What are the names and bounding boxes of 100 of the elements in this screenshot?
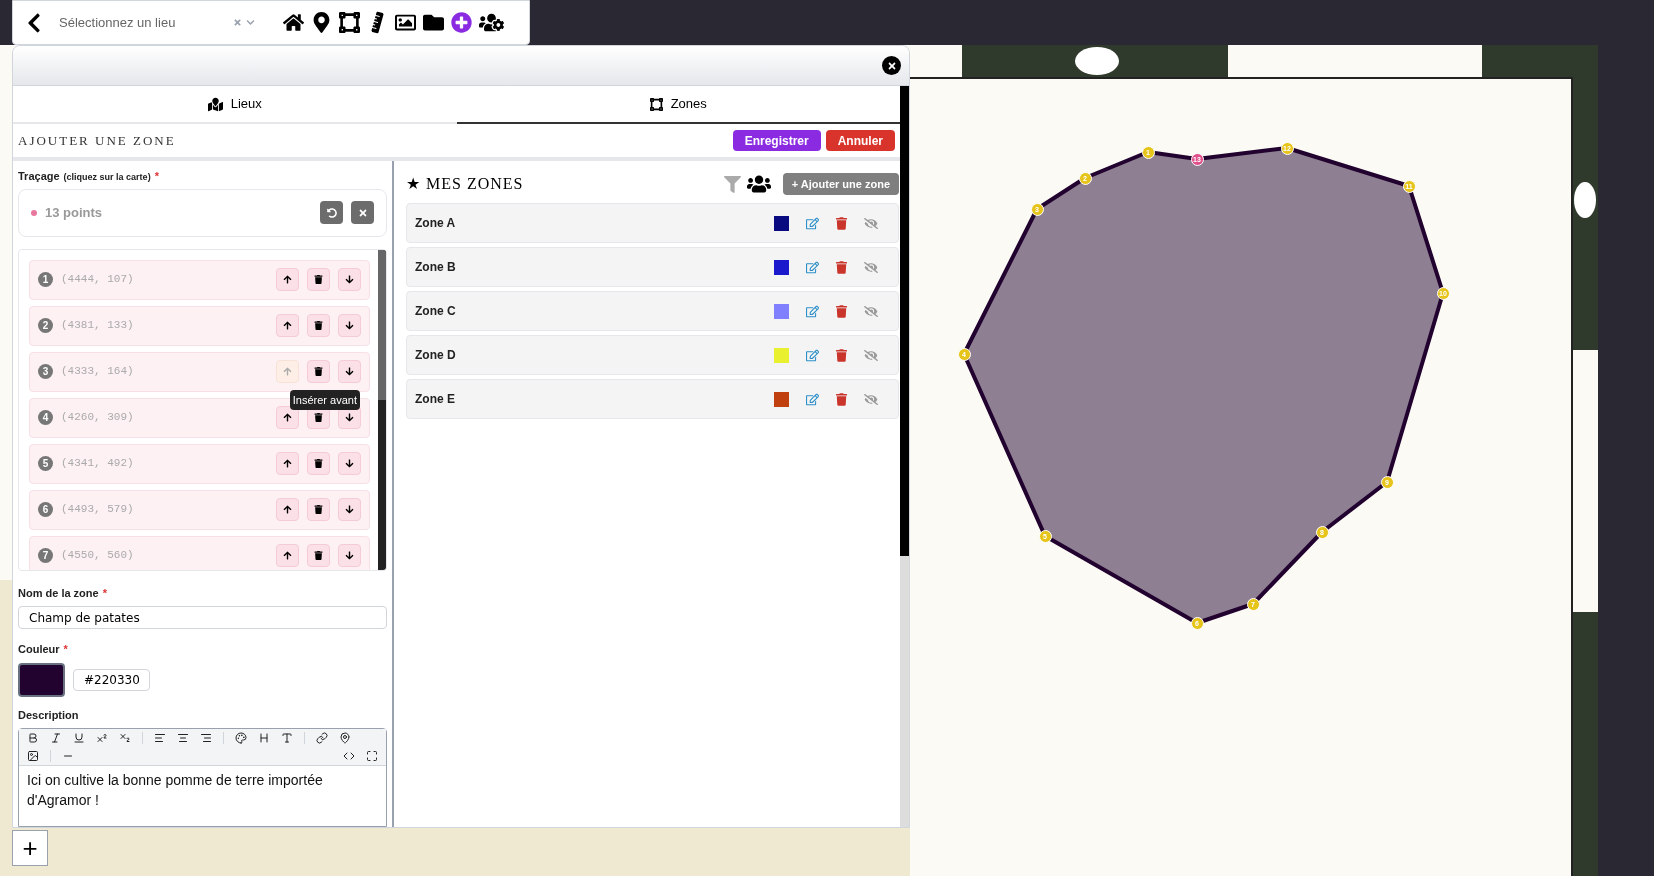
move-down-button[interactable] — [338, 314, 361, 337]
trash-icon — [314, 275, 323, 284]
hidden-eye-icon[interactable] — [864, 216, 878, 230]
delete-point-button[interactable] — [307, 544, 330, 567]
point-coordinates: (4493, 579) — [61, 502, 135, 518]
zone-row[interactable]: Zone E — [406, 379, 899, 419]
field-hint: (cliquez sur la carte) — [63, 171, 151, 184]
point-number: 4 — [38, 410, 53, 425]
align-left-icon[interactable] — [154, 732, 166, 744]
arrow-up-icon — [283, 505, 292, 514]
color-swatch[interactable] — [18, 662, 65, 697]
edit-icon[interactable] — [806, 304, 819, 318]
hidden-eye-icon[interactable] — [864, 260, 878, 274]
arrow-up-icon — [283, 321, 292, 330]
superscript-icon[interactable] — [96, 732, 108, 744]
palette-icon[interactable] — [235, 732, 247, 744]
link-icon[interactable] — [316, 732, 328, 744]
home-icon[interactable] — [283, 12, 304, 33]
delete-point-button[interactable] — [307, 314, 330, 337]
move-down-button[interactable] — [338, 452, 361, 475]
italic-icon[interactable] — [50, 732, 62, 744]
point-number: 3 — [38, 364, 53, 379]
edit-icon[interactable] — [806, 260, 819, 274]
move-down-button[interactable] — [338, 268, 361, 291]
code-icon[interactable] — [343, 750, 355, 762]
add-icon[interactable] — [451, 12, 472, 33]
clear-button[interactable] — [351, 201, 374, 224]
bold-icon[interactable] — [27, 732, 39, 744]
trash-icon[interactable] — [836, 304, 847, 318]
trash-icon — [314, 551, 323, 560]
zone-name: Zone B — [415, 259, 457, 276]
trash-icon[interactable] — [836, 392, 847, 406]
arrow-down-icon — [345, 321, 354, 330]
color-hex-input[interactable]: #220330 — [73, 668, 150, 691]
zone-row[interactable]: Zone B — [406, 247, 899, 287]
arrow-up-icon — [283, 367, 292, 376]
undo-button[interactable] — [320, 201, 343, 224]
font-size-icon[interactable] — [281, 732, 293, 744]
move-up-button[interactable] — [276, 406, 299, 429]
edit-icon[interactable] — [806, 348, 819, 362]
arrow-down-icon — [345, 551, 354, 560]
arrow-down-icon — [345, 505, 354, 514]
trash-icon[interactable] — [836, 348, 847, 362]
image-icon[interactable] — [27, 750, 39, 762]
arrow-down-icon — [345, 413, 354, 422]
subscript-icon[interactable] — [119, 732, 131, 744]
hidden-eye-icon[interactable] — [864, 348, 878, 362]
move-down-button[interactable] — [338, 544, 361, 567]
required-mark: * — [154, 169, 159, 184]
tab[interactable]: Lieux — [13, 86, 457, 124]
action-button[interactable]: Annuler — [825, 130, 895, 151]
arrow-up-icon — [283, 459, 292, 468]
delete-point-button[interactable] — [307, 452, 330, 475]
back-icon[interactable] — [25, 11, 43, 34]
field-label: Description — [18, 707, 79, 723]
description-text[interactable]: Ici on cultive la bonne pomme de terre importée d'Agramor ! — [19, 766, 386, 810]
hidden-eye-icon[interactable] — [864, 304, 878, 318]
users-icon[interactable] — [746, 174, 771, 194]
folder-icon[interactable] — [423, 12, 444, 33]
trash-icon[interactable] — [836, 216, 847, 230]
heading-icon[interactable] — [258, 732, 270, 744]
fullscreen-icon[interactable] — [366, 750, 378, 762]
zoom-in-button[interactable]: + — [12, 830, 48, 866]
zone-row[interactable]: Zone A — [406, 203, 899, 243]
zone-name-input[interactable]: Champ de patates — [18, 606, 387, 629]
move-up-button[interactable] — [276, 498, 299, 521]
move-down-button[interactable] — [338, 360, 361, 383]
move-up-button[interactable] — [276, 268, 299, 291]
trash-icon — [314, 459, 323, 468]
trash-icon — [314, 505, 323, 514]
edit-icon[interactable] — [806, 216, 819, 230]
add-zone-button[interactable]: + Ajouter une zone — [782, 173, 899, 195]
clear-icon[interactable] — [233, 18, 242, 27]
move-up-button[interactable] — [276, 314, 299, 337]
move-up-button[interactable] — [276, 452, 299, 475]
align-center-icon[interactable] — [177, 732, 189, 744]
underline-icon[interactable] — [73, 732, 85, 744]
edit-icon[interactable] — [806, 392, 819, 406]
zone-name: Zone D — [415, 347, 457, 364]
point-coordinates: (4550, 560) — [61, 548, 135, 564]
point-number: 2 — [38, 318, 53, 333]
hidden-eye-icon[interactable] — [864, 392, 878, 406]
move-up-button[interactable] — [276, 544, 299, 567]
zone-row[interactable]: Zone C — [406, 291, 899, 331]
close-button[interactable] — [882, 56, 901, 75]
image-icon[interactable] — [395, 12, 416, 33]
delete-point-button[interactable] — [307, 268, 330, 291]
map-pin-icon[interactable] — [311, 12, 332, 33]
action-button[interactable]: Enregistrer — [732, 130, 821, 151]
zone-row[interactable]: Zone D — [406, 335, 899, 375]
move-down-button[interactable] — [338, 498, 361, 521]
delete-point-button[interactable] — [307, 360, 330, 383]
align-right-icon[interactable] — [200, 732, 212, 744]
zones-title: ★ MES ZONES — [406, 174, 525, 194]
map-pin-icon[interactable] — [339, 732, 351, 744]
zone-name: Zone C — [415, 303, 457, 320]
point-coordinates: (4381, 133) — [61, 318, 135, 334]
delete-point-button[interactable] — [307, 498, 330, 521]
tab[interactable]: Zones — [456, 86, 900, 124]
trash-icon[interactable] — [836, 260, 847, 274]
